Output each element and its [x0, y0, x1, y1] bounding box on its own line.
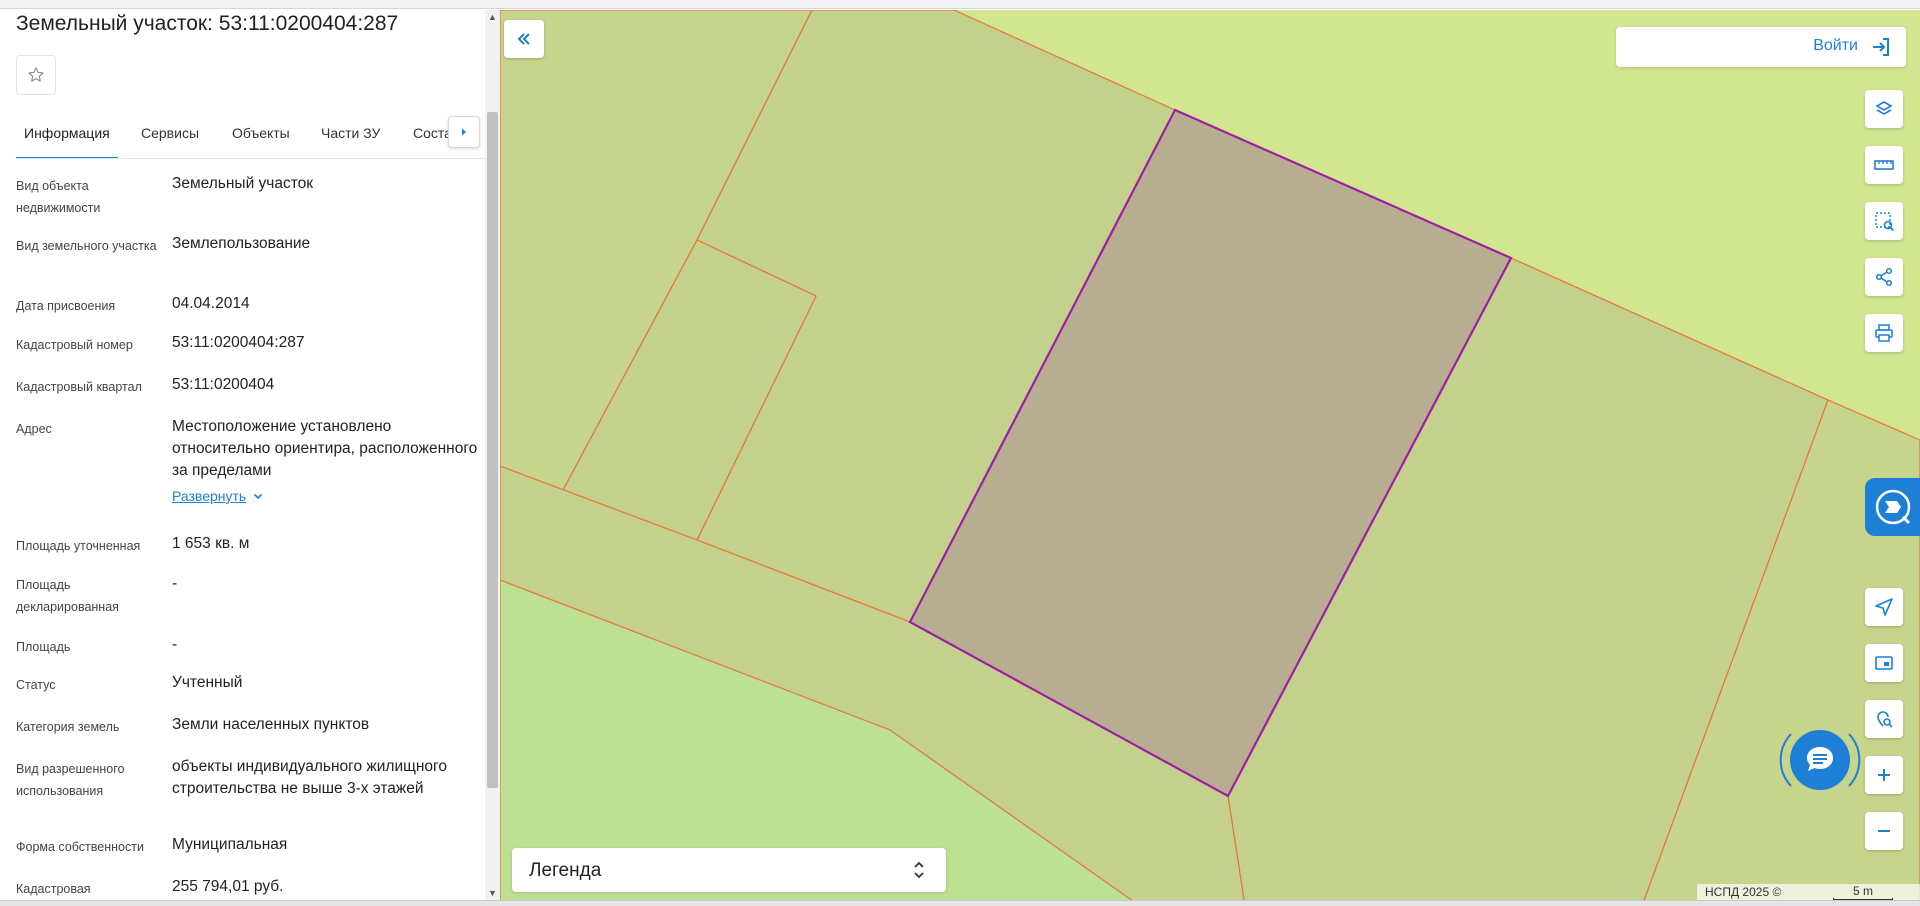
map-attribution: НСПД 2025 © 5 m: [1697, 884, 1920, 900]
print-icon: [1875, 324, 1893, 342]
row-value-area: -: [172, 636, 178, 653]
scroll-up-arrow-icon[interactable]: ▲: [487, 12, 498, 23]
top-edge: [0, 0, 1920, 9]
legend-title: Легенда: [529, 860, 602, 881]
favorite-button[interactable]: [16, 55, 56, 95]
row-value-object-type: Земельный участок: [172, 175, 314, 192]
print-button[interactable]: [1865, 314, 1903, 352]
row-value-status: Учтенный: [172, 674, 243, 691]
map-canvas[interactable]: [500, 10, 1920, 906]
row-value-cadastral-number: 53:11:0200404:287: [172, 334, 305, 351]
row-value-address: Местоположение установлено относительно …: [172, 418, 478, 479]
zoom-out-icon: [1878, 830, 1890, 832]
copyright-text: НСПД 2025 ©: [1705, 885, 1782, 899]
tab-bar: Информация Сервисы Объекты Части ЗУ Сост…: [16, 115, 486, 159]
row-label-ownership: Форма собственности: [16, 840, 144, 854]
row-label-date: Дата присвоения: [16, 299, 116, 313]
row-label-area: Площадь: [16, 640, 71, 654]
row-value-cadastral-value: 255 794,01 руб.: [172, 878, 284, 895]
row-label-area-declared: Площадь декларированная: [16, 578, 119, 614]
panel-title: Земельный участок: 53:11:0200404:287: [16, 12, 399, 35]
legend-panel[interactable]: Легенда: [512, 848, 946, 892]
select-area-icon: [1875, 212, 1895, 232]
minimap-button[interactable]: [1865, 644, 1903, 682]
row-label-area-refined: Площадь уточненная: [16, 539, 141, 553]
panel-scrollbar-thumb[interactable]: [487, 112, 498, 788]
row-label-status: Статус: [16, 678, 56, 692]
scale-label: 5 m: [1853, 884, 1874, 898]
row-label-cadastral-number: Кадастровый номер: [16, 338, 133, 352]
double-chevron-left-icon: [517, 33, 530, 45]
location-search-icon: [1877, 711, 1893, 728]
row-label-permitted-use: Вид разрешенного использования: [16, 762, 125, 798]
caret-right-icon: [462, 128, 466, 136]
select-area-button[interactable]: [1865, 202, 1903, 240]
chat-button[interactable]: [1790, 730, 1850, 790]
info-panel: Земельный участок: 53:11:0200404:287 Инф…: [0, 10, 500, 906]
row-label-land-category: Категория земель: [16, 720, 120, 734]
row-value-ownership: Муниципальная: [172, 836, 288, 853]
tab-objects[interactable]: Объекты: [232, 115, 290, 158]
row-label-object-type: Вид объекта недвижимости: [16, 179, 101, 215]
bottom-edge: [0, 900, 1920, 906]
row-label-cadastral-value: Кадастровая: [16, 882, 91, 896]
tab-services[interactable]: Сервисы: [141, 115, 199, 158]
share-icon: [1875, 267, 1893, 287]
row-value-cadastral-block: 53:11:0200404: [172, 376, 275, 393]
login-button[interactable]: Войти: [1813, 37, 1858, 55]
login-bar: Войти: [1616, 27, 1906, 67]
nspd-logo-icon: [1875, 489, 1910, 525]
collapse-panel-button[interactable]: [504, 20, 544, 58]
ruler-icon: [1874, 160, 1894, 170]
scroll-down-arrow-icon[interactable]: ▼: [487, 888, 498, 899]
locate-button[interactable]: [1865, 588, 1903, 626]
row-value-area-refined: 1 653 кв. м: [172, 535, 250, 552]
share-button[interactable]: [1865, 258, 1903, 296]
row-value-parcel-type: Землепользование: [172, 235, 311, 252]
row-label-cadastral-block: Кадастровый квартал: [16, 380, 142, 394]
ruler-button[interactable]: [1865, 146, 1903, 184]
layers-icon: [1875, 101, 1893, 115]
row-value-date: 04.04.2014: [172, 295, 250, 312]
minimap-icon: [1875, 656, 1893, 670]
zoom-out-button[interactable]: [1865, 812, 1903, 850]
location-search-button[interactable]: [1865, 700, 1903, 738]
row-value-area-declared: -: [172, 575, 178, 592]
zoom-in-button[interactable]: [1865, 756, 1903, 794]
zoom-in-icon: [1878, 769, 1890, 781]
expand-address-label: Развернуть: [172, 488, 247, 504]
row-value-permitted-use: объекты индивидуального жилищного строит…: [172, 758, 447, 797]
expand-address-link[interactable]: Развернуть: [172, 488, 264, 504]
chevron-down-icon: [254, 493, 263, 500]
tab-information[interactable]: Информация: [16, 115, 118, 158]
chat-bubble-icon: [1807, 747, 1833, 771]
tab-parts[interactable]: Части ЗУ: [321, 115, 380, 158]
login-arrow-icon[interactable]: [1870, 36, 1892, 58]
chevron-up-down-icon: [914, 861, 924, 879]
row-label-parcel-type: Вид земельного участка: [16, 239, 157, 253]
layers-button[interactable]: [1865, 90, 1903, 128]
row-label-address: Адрес: [16, 422, 52, 436]
tab-scroll-right-button[interactable]: [448, 116, 480, 148]
star-outline-icon: [28, 67, 44, 82]
nspd-widget-button[interactable]: [1865, 478, 1920, 536]
tab-composition[interactable]: Соста: [413, 115, 452, 158]
locate-arrow-icon: [1875, 598, 1893, 616]
map-parcels-layer[interactable]: [500, 10, 1920, 906]
row-value-land-category: Земли населенных пунктов: [172, 716, 370, 733]
